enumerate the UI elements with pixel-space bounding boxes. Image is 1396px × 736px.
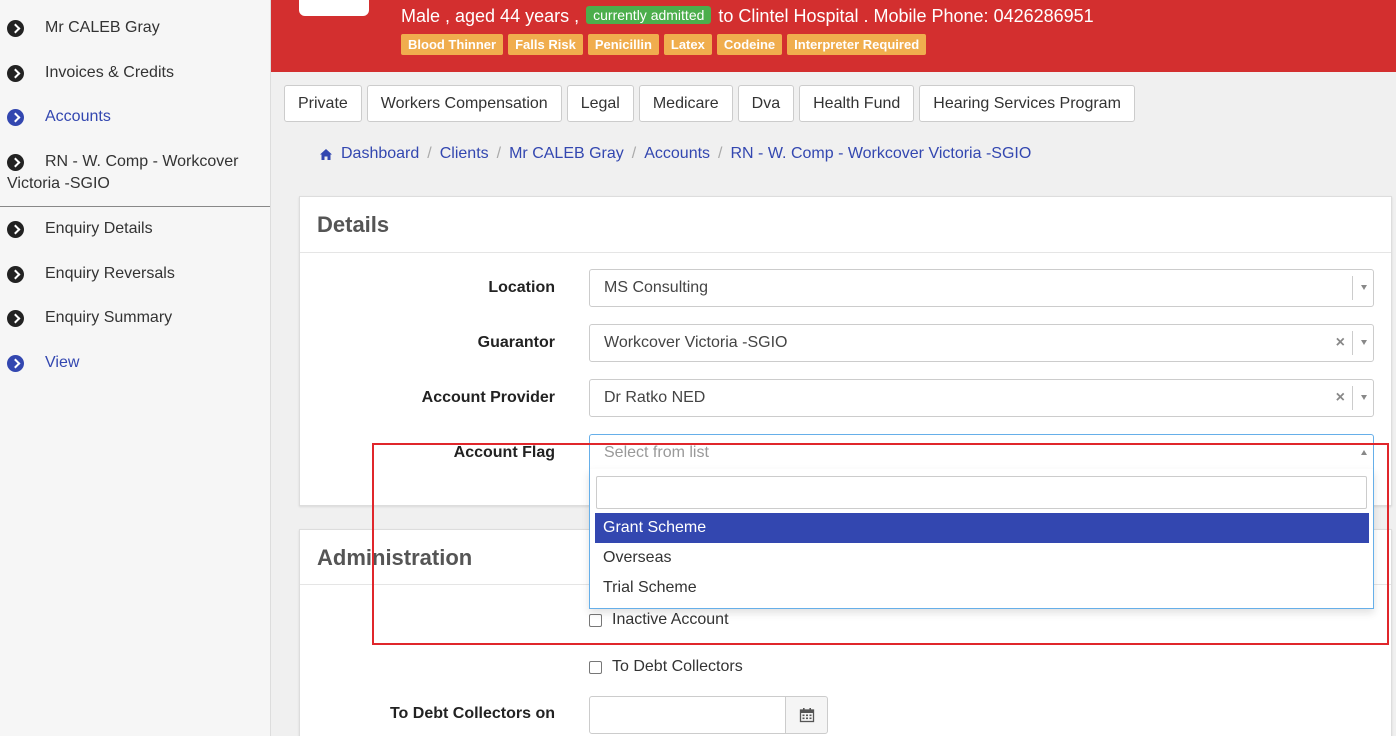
alert-badge: Penicillin <box>587 34 659 55</box>
inactive-account-checkbox[interactable]: Inactive Account <box>589 611 729 629</box>
location-label: Location <box>488 279 555 296</box>
sidebar-item-account-record[interactable]: RN - W. Comp - Workcover Victoria -SGIO <box>0 151 270 195</box>
patient-header: Male , aged 44 years , currently admitte… <box>271 0 1396 72</box>
debt-collectors-checkbox[interactable]: To Debt Collectors <box>589 658 743 676</box>
breadcrumb-dashboard[interactable]: Dashboard <box>341 145 419 163</box>
checkbox[interactable] <box>589 660 602 674</box>
sidebar-divider <box>0 206 270 207</box>
admission-status-badge: currently admitted <box>586 6 712 24</box>
alert-badges: Blood Thinner Falls Risk Penicillin Late… <box>401 34 927 55</box>
sidebar-item-label: RN - W. Comp - Workcover Victoria -SGIO <box>7 153 239 192</box>
panel-title: Details <box>317 212 390 237</box>
sidebar-item-enquiry-summary[interactable]: Enquiry Summary <box>0 307 270 329</box>
chevron-circle-right-icon <box>7 221 24 238</box>
sidebar-item-label: Enquiry Summary <box>45 309 173 326</box>
breadcrumb-separator: / <box>631 145 637 162</box>
sidebar-item-view[interactable]: View <box>0 352 270 374</box>
patient-demographics: Male , aged 44 years , <box>401 6 580 26</box>
debt-collectors-label: To Debt Collectors <box>612 658 743 675</box>
alert-badge: Interpreter Required <box>787 34 927 55</box>
sidebar-item-accounts[interactable]: Accounts <box>0 106 270 128</box>
sidebar-item-label: Enquiry Details <box>45 220 153 237</box>
select-divider <box>1352 331 1353 355</box>
account-flag-select[interactable]: Select from list <box>589 434 1374 470</box>
alert-badge: Codeine <box>716 34 783 55</box>
debt-collectors-on-label: To Debt Collectors on <box>389 705 555 722</box>
account-provider-label: Account Provider <box>421 389 555 406</box>
breadcrumb-accounts[interactable]: Accounts <box>644 145 710 163</box>
tab-workers-compensation[interactable]: Workers Compensation <box>366 85 562 122</box>
calendar-icon <box>799 707 815 728</box>
chevron-circle-right-icon <box>7 20 24 37</box>
sidebar-item-label: View <box>45 354 80 371</box>
tab-medicare[interactable]: Medicare <box>638 85 733 122</box>
sidebar-item-label: Enquiry Reversals <box>45 265 175 282</box>
account-provider-value: Dr Ratko NED <box>604 389 706 406</box>
tab-hearing-services[interactable]: Hearing Services Program <box>919 85 1135 122</box>
inactive-account-label: Inactive Account <box>612 611 729 628</box>
chevron-down-icon <box>1361 285 1367 290</box>
account-flag-label: Account Flag <box>453 444 555 461</box>
account-type-tabs: Private Workers Compensation Legal Medic… <box>284 85 1135 122</box>
tab-health-fund[interactable]: Health Fund <box>799 85 915 122</box>
calendar-button[interactable] <box>785 696 828 734</box>
tab-private[interactable]: Private <box>284 85 362 122</box>
alert-badge: Blood Thinner <box>401 34 504 55</box>
sidebar-item-enquiry-details[interactable]: Enquiry Details <box>0 218 270 240</box>
breadcrumb-separator: / <box>496 145 502 162</box>
patient-summary: Male , aged 44 years , currently admitte… <box>401 6 1094 27</box>
chevron-circle-right-icon <box>7 310 24 327</box>
avatar <box>299 0 369 16</box>
home-icon <box>319 148 333 161</box>
alert-badge: Latex <box>663 34 712 55</box>
location-value: MS Consulting <box>604 279 709 296</box>
sidebar-item-label: Accounts <box>45 108 111 125</box>
panel-title: Administration <box>317 545 473 570</box>
sidebar-item-enquiry-reversals[interactable]: Enquiry Reversals <box>0 263 270 285</box>
breadcrumb-separator: / <box>427 145 432 162</box>
checkbox[interactable] <box>589 613 602 627</box>
breadcrumb-client[interactable]: Mr CALEB Gray <box>509 145 624 163</box>
sidebar-item-label: Mr CALEB Gray <box>45 19 160 36</box>
tab-dva[interactable]: Dva <box>737 85 795 122</box>
breadcrumb-clients[interactable]: Clients <box>440 145 489 163</box>
breadcrumb: Dashboard / Clients / Mr CALEB Gray / Ac… <box>319 145 1031 163</box>
sidebar-item-invoices[interactable]: Invoices & Credits <box>0 62 270 84</box>
chevron-circle-right-icon <box>7 266 24 283</box>
panel-divider <box>300 252 1391 253</box>
sidebar: Mr CALEB Gray Invoices & Credits Account… <box>0 0 271 736</box>
chevron-down-icon <box>1361 395 1367 400</box>
clear-icon[interactable]: × <box>1336 334 1345 352</box>
debt-collectors-date-input[interactable] <box>589 696 786 734</box>
patient-contact: to Clintel Hospital . Mobile Phone: 0426… <box>718 6 1094 26</box>
dropdown-option-trial-scheme[interactable]: Trial Scheme <box>595 573 1369 603</box>
chevron-down-icon <box>1361 340 1367 345</box>
dropdown-option-grant-scheme[interactable]: Grant Scheme <box>595 513 1369 543</box>
chevron-up-icon <box>1361 450 1367 455</box>
breadcrumb-current-account[interactable]: RN - W. Comp - Workcover Victoria -SGIO <box>731 145 1032 163</box>
dropdown-option-overseas[interactable]: Overseas <box>595 543 1369 573</box>
sidebar-item-label: Invoices & Credits <box>45 64 174 81</box>
chevron-circle-right-icon <box>7 109 24 126</box>
breadcrumb-separator: / <box>718 145 723 162</box>
chevron-circle-right-icon <box>7 355 24 372</box>
select-divider <box>1352 276 1353 300</box>
location-select[interactable]: MS Consulting <box>589 269 1374 307</box>
account-flag-search-input[interactable] <box>596 476 1367 509</box>
select-divider <box>1352 386 1353 410</box>
guarantor-select[interactable]: Workcover Victoria -SGIO × <box>589 324 1374 362</box>
alert-badge: Falls Risk <box>508 34 583 55</box>
clear-icon[interactable]: × <box>1336 389 1345 407</box>
tab-legal[interactable]: Legal <box>566 85 634 122</box>
chevron-circle-right-icon <box>7 65 24 82</box>
account-flag-placeholder: Select from list <box>604 444 709 461</box>
sidebar-item-client[interactable]: Mr CALEB Gray <box>0 17 270 39</box>
account-provider-select[interactable]: Dr Ratko NED × <box>589 379 1374 417</box>
guarantor-label: Guarantor <box>477 334 555 351</box>
guarantor-value: Workcover Victoria -SGIO <box>604 334 788 351</box>
account-flag-dropdown: Grant Scheme Overseas Trial Scheme <box>589 469 1374 609</box>
